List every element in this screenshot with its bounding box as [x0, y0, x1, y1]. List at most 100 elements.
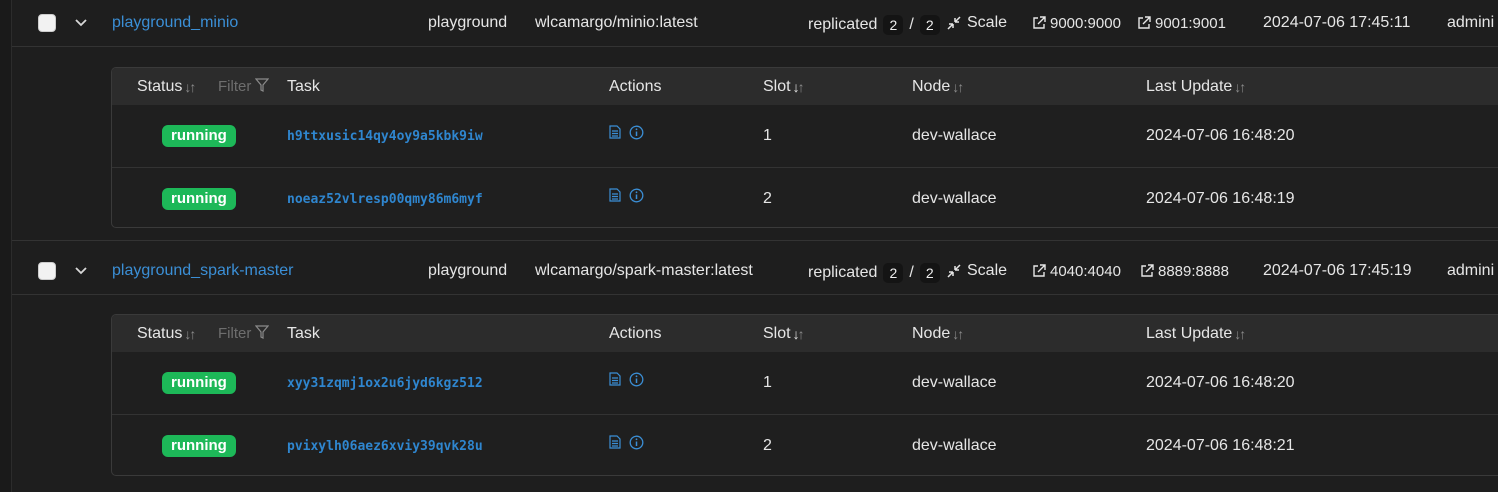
logs-icon[interactable] [609, 372, 621, 386]
last-update-header-label: Last Update [1146, 77, 1233, 95]
replicas-separator: / [909, 16, 914, 33]
external-link-icon [1138, 16, 1151, 29]
port-mapping: 9001:9001 [1155, 14, 1226, 32]
table-row[interactable]: running noeaz52vlresp00qmy86m6myf 2 dev-… [112, 168, 1498, 227]
replicas-running-badge: 2 [883, 263, 904, 283]
table-row[interactable]: running h9ttxusic14qy4oy9a5kbk9iw 1 dev-… [112, 105, 1498, 168]
panel-spacer [12, 304, 1498, 314]
task-last-update: 2024-07-06 16:48:20 [1146, 374, 1295, 391]
panel-spacer [12, 230, 1498, 241]
task-id-link[interactable]: h9ttxusic14qy4oy9a5kbk9iw [287, 129, 483, 144]
task-table-header: Status ↓↑ Filter Task Actions Slot ↓↑ No… [112, 315, 1498, 352]
table-row[interactable]: running pvixylh06aez6xviy39qvk28u 2 dev-… [112, 415, 1498, 475]
task-node: dev-wallace [912, 437, 997, 454]
sort-icon[interactable]: ↓↑ [952, 326, 964, 342]
published-port-link[interactable]: 9001:9001 [1137, 15, 1226, 32]
task-node: dev-wallace [912, 374, 997, 391]
published-port-link[interactable]: 9000:9000 [1032, 15, 1121, 32]
sort-icon[interactable]: ↓↑ [1234, 79, 1246, 95]
chevron-down-icon[interactable] [75, 248, 87, 294]
sort-icon[interactable]: ↓↑ [952, 79, 964, 95]
info-icon[interactable] [629, 188, 644, 203]
task-slot: 2 [763, 437, 772, 454]
table-row[interactable]: running xyy31zqmj1ox2u6jyd6kgz512 1 dev-… [112, 352, 1498, 415]
filter-label: Filter [218, 78, 252, 95]
status-column-header[interactable]: Status ↓↑ [137, 315, 196, 352]
filter-icon[interactable] [255, 324, 270, 339]
scale-label: Scale [967, 14, 1008, 31]
port-mapping: 8889:8888 [1158, 262, 1229, 280]
port-mapping: 9000:9000 [1050, 14, 1121, 32]
replicas-total-badge: 2 [919, 263, 940, 283]
task-table: Status ↓↑ Filter Task Actions Slot ↓↑ No… [111, 314, 1498, 476]
node-header-label: Node [912, 324, 951, 342]
sort-icon[interactable]: ↓↑ [1234, 326, 1246, 342]
service-mode: replicated [808, 264, 878, 281]
last-update-column-header[interactable]: Last Update ↓↑ [1146, 68, 1246, 105]
service-name-link[interactable]: playground_spark-master [112, 262, 293, 280]
panel-spacer [12, 476, 1498, 492]
task-header-label: Task [287, 324, 320, 342]
status-filter[interactable]: Filter [218, 315, 270, 352]
info-icon[interactable] [629, 125, 644, 140]
task-id-link[interactable]: pvixylh06aez6xviy39qvk28u [287, 439, 483, 454]
filter-icon[interactable] [255, 77, 270, 92]
external-link-icon [1033, 264, 1046, 277]
scale-button[interactable]: Scale [947, 14, 1007, 32]
info-icon[interactable] [629, 435, 644, 450]
node-column-header[interactable]: Node ↓↑ [912, 68, 964, 105]
task-header-label: Task [287, 77, 320, 95]
sort-icon[interactable]: ↓↑ [184, 79, 196, 95]
scale-button[interactable]: Scale [947, 262, 1007, 280]
logs-icon[interactable] [609, 125, 621, 139]
task-node: dev-wallace [912, 190, 997, 207]
replicas-running-badge: 2 [883, 15, 904, 35]
status-badge: running [162, 125, 236, 147]
task-slot: 2 [763, 190, 772, 207]
info-icon[interactable] [629, 372, 644, 387]
service-name-link[interactable]: playground_minio [112, 14, 238, 32]
logs-icon[interactable] [609, 188, 621, 202]
last-update-column-header[interactable]: Last Update ↓↑ [1146, 315, 1246, 352]
chevron-down-icon[interactable] [75, 0, 87, 46]
service-updated: 2024-07-06 17:45:11 [1263, 14, 1411, 31]
sort-icon[interactable]: ↓↑ [793, 326, 805, 342]
service-stack: playground [428, 262, 508, 279]
left-rail [0, 0, 12, 492]
published-port-link[interactable]: 8889:8888 [1140, 263, 1229, 280]
sort-icon[interactable]: ↓↑ [184, 326, 196, 342]
status-badge: running [162, 188, 236, 210]
service-stack: playground [428, 14, 508, 31]
slot-header-label: Slot [763, 324, 791, 342]
port-mapping: 4040:4040 [1050, 262, 1121, 280]
task-last-update: 2024-07-06 16:48:19 [1146, 190, 1295, 207]
service-select-checkbox[interactable] [38, 14, 56, 32]
actions-header-label: Actions [609, 77, 662, 95]
published-port-link[interactable]: 4040:4040 [1032, 263, 1121, 280]
status-badge: running [162, 435, 236, 457]
last-update-header-label: Last Update [1146, 324, 1233, 342]
task-id-link[interactable]: noeaz52vlresp00qmy86m6myf [287, 192, 483, 207]
external-link-icon [1141, 264, 1154, 277]
service-row[interactable]: playground_spark-master playground wlcam… [12, 248, 1498, 295]
scale-label: Scale [967, 262, 1008, 279]
scale-icon [947, 264, 961, 278]
slot-column-header[interactable]: Slot ↓↑ [763, 68, 805, 105]
task-last-update: 2024-07-06 16:48:21 [1146, 437, 1295, 454]
service-owner: admini [1447, 262, 1495, 279]
services-list: playground_minio playground wlcamargo/mi… [0, 0, 1498, 492]
external-link-icon [1033, 16, 1046, 29]
service-select-checkbox[interactable] [38, 262, 56, 280]
sort-icon[interactable]: ↓↑ [793, 79, 805, 95]
node-header-label: Node [912, 77, 951, 95]
status-column-header[interactable]: Status ↓↑ [137, 68, 196, 105]
status-header-label: Status [137, 324, 183, 342]
task-id-link[interactable]: xyy31zqmj1ox2u6jyd6kgz512 [287, 376, 483, 391]
slot-column-header[interactable]: Slot ↓↑ [763, 315, 805, 352]
service-row[interactable]: playground_minio playground wlcamargo/mi… [12, 0, 1498, 47]
task-table: Status ↓↑ Filter Task Actions Slot ↓↑ No… [111, 67, 1498, 228]
service-owner: admini [1447, 14, 1495, 31]
logs-icon[interactable] [609, 435, 621, 449]
status-filter[interactable]: Filter [218, 68, 270, 105]
node-column-header[interactable]: Node ↓↑ [912, 315, 964, 352]
